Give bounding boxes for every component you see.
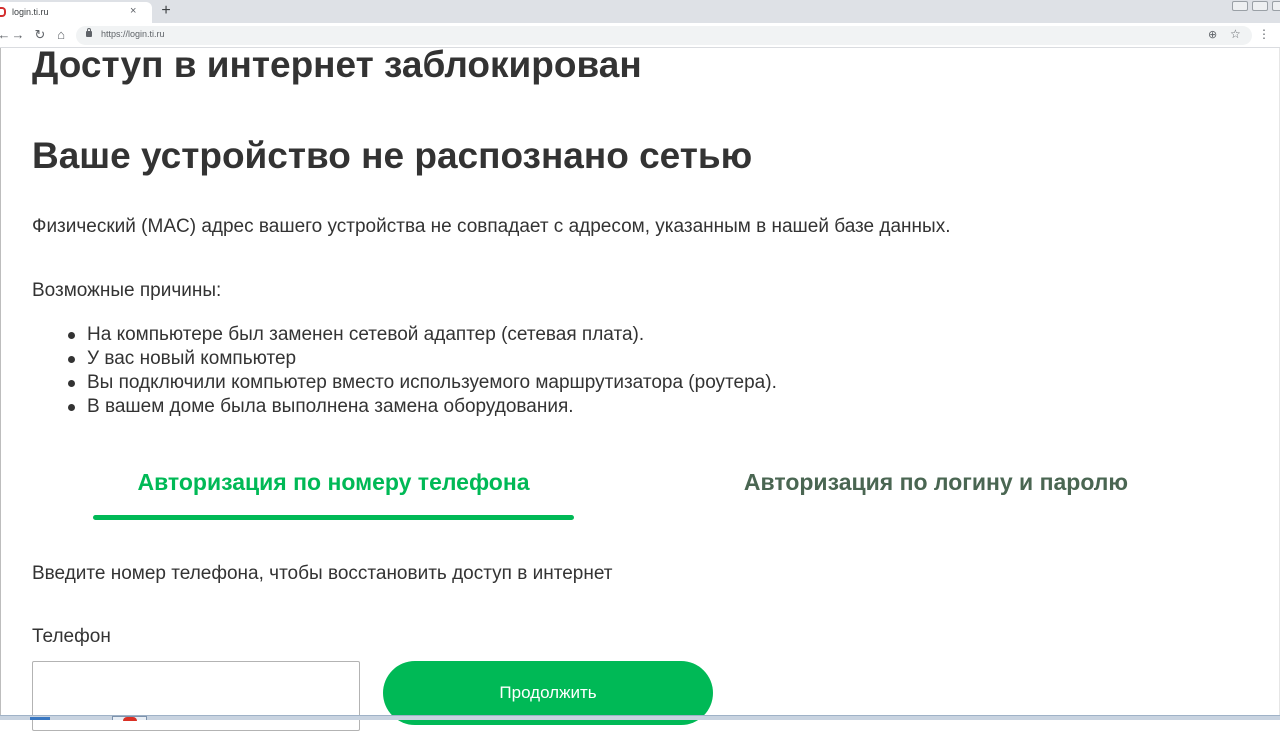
window-controls — [1228, 0, 1280, 14]
phone-input[interactable] — [32, 661, 360, 731]
browser-tab[interactable]: login.ti.ru × — [0, 2, 152, 23]
tab-login-auth[interactable]: Авторизация по логину и паролю — [700, 462, 1172, 502]
url-text[interactable]: https://login.ti.ru — [101, 29, 165, 39]
active-tab-indicator — [93, 515, 574, 520]
new-tab-button[interactable]: + — [158, 3, 174, 19]
home-icon[interactable]: ⌂ — [53, 27, 69, 43]
reload-icon[interactable]: ↻ — [32, 27, 48, 43]
mac-address-message: Физический (MAC) адрес вашего устройства… — [32, 216, 951, 237]
address-bar[interactable]: https://login.ti.ru ⊕ ☆ — [76, 26, 1252, 45]
site-favicon-icon — [0, 7, 6, 17]
tab-close-icon[interactable]: × — [130, 6, 136, 17]
list-item: В вашем доме была выполнена замена обору… — [68, 395, 777, 419]
reasons-list: На компьютере был заменен сетевой адапте… — [68, 323, 777, 419]
zoom-icon[interactable]: ⊕ — [1208, 28, 1217, 41]
taskbar-browser-icon[interactable] — [112, 716, 147, 721]
list-item: У вас новый компьютер — [68, 347, 777, 371]
list-item: На компьютере был заменен сетевой адапте… — [68, 323, 777, 347]
restore-icon[interactable] — [1252, 1, 1268, 11]
close-window-icon[interactable] — [1272, 1, 1280, 11]
tab-login-auth-label[interactable]: Авторизация по логину и паролю — [744, 469, 1128, 495]
star-icon[interactable]: ☆ — [1230, 27, 1241, 41]
browser-tabstrip: login.ti.ru × + — [0, 0, 1280, 23]
minimize-icon[interactable] — [1232, 1, 1248, 11]
phone-instruction: Введите номер телефона, чтобы восстанови… — [32, 563, 613, 584]
os-taskbar — [0, 715, 1280, 720]
tab-phone-auth[interactable]: Авторизация по номеру телефона — [93, 462, 574, 522]
lock-icon[interactable] — [86, 28, 92, 37]
reasons-title: Возможные причины: — [32, 280, 222, 301]
tab-phone-auth-label[interactable]: Авторизация по номеру телефона — [137, 469, 529, 495]
phone-field-label: Телефон — [32, 626, 111, 647]
page-subtitle: Ваше устройство не распознано сетью — [32, 135, 753, 176]
page-title: Доступ в интернет заблокирован — [32, 44, 642, 85]
tab-title: login.ti.ru — [12, 7, 49, 17]
forward-arrow-icon[interactable]: → — [10, 27, 26, 43]
kebab-menu-icon[interactable]: ⋮ — [1258, 27, 1270, 41]
page-left-border — [0, 48, 1, 715]
list-item: Вы подключили компьютер вместо используе… — [68, 371, 777, 395]
